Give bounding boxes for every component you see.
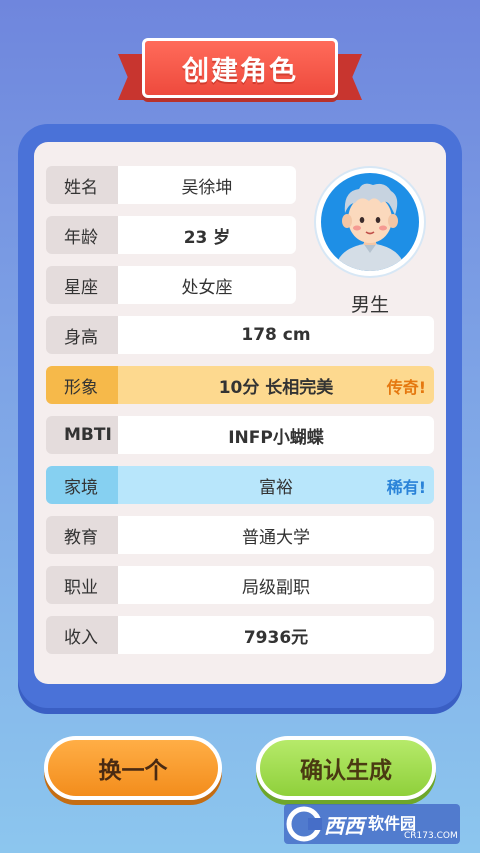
row-occupation: 职业 局级副职 [46,566,434,604]
row-label: 形象 [46,366,118,404]
title-ribbon: 创建角色 [118,38,362,104]
row-value: 23 岁 [118,216,296,254]
page-title: 创建角色 [182,55,298,87]
row-appearance: 形象 10分 长相完美 传奇! [46,366,434,404]
row-label: 收入 [46,616,118,654]
row-mbti: MBTI INFP小蝴蝶 [46,416,434,454]
title-banner: 创建角色 [142,38,338,98]
cr-logo-icon [286,806,322,842]
row-label: 教育 [46,516,118,554]
row-education: 教育 普通大学 [46,516,434,554]
row-value: INFP小蝴蝶 [118,416,434,454]
row-label: 家境 [46,466,118,504]
row-label: 星座 [46,266,118,304]
row-value: 处女座 [118,266,296,304]
character-sheet: 姓名 吴徐坤 年龄 23 岁 星座 处女座 男生 身高 178 cm 形象 10… [34,142,446,684]
confirm-generate-button[interactable]: 确认生成 [256,736,436,800]
row-income: 收入 7936元 [46,616,434,654]
watermark-brand: 西西 [324,813,364,838]
row-value: 局级副职 [118,566,434,604]
row-value: 吴徐坤 [118,166,296,204]
row-label: 职业 [46,566,118,604]
watermark-url: CR173.COM [404,831,458,841]
row-value: 7936元 [118,616,434,654]
row-label: 姓名 [46,166,118,204]
rare-tag: 稀有! [386,478,426,497]
boy-face-icon [335,183,405,271]
row-value: 178 cm [118,316,434,354]
row-name: 姓名 吴徐坤 [46,166,296,204]
swap-button[interactable]: 换一个 [44,736,222,800]
row-height: 身高 178 cm [46,316,434,354]
character-avatar [316,168,424,276]
watermark: 西西 软件园 CR173.COM [284,804,460,844]
row-label: 身高 [46,316,118,354]
row-family: 家境 富裕 稀有! [46,466,434,504]
row-age: 年龄 23 岁 [46,216,296,254]
row-value: 普通大学 [118,516,434,554]
row-label: MBTI [46,416,118,454]
character-card: 姓名 吴徐坤 年龄 23 岁 星座 处女座 男生 身高 178 cm 形象 10… [18,124,462,714]
watermark-site: 软件园 [368,814,417,833]
legendary-tag: 传奇! [386,378,426,397]
gender-label: 男生 [350,294,389,316]
row-zodiac: 星座 处女座 [46,266,296,304]
row-label: 年龄 [46,216,118,254]
